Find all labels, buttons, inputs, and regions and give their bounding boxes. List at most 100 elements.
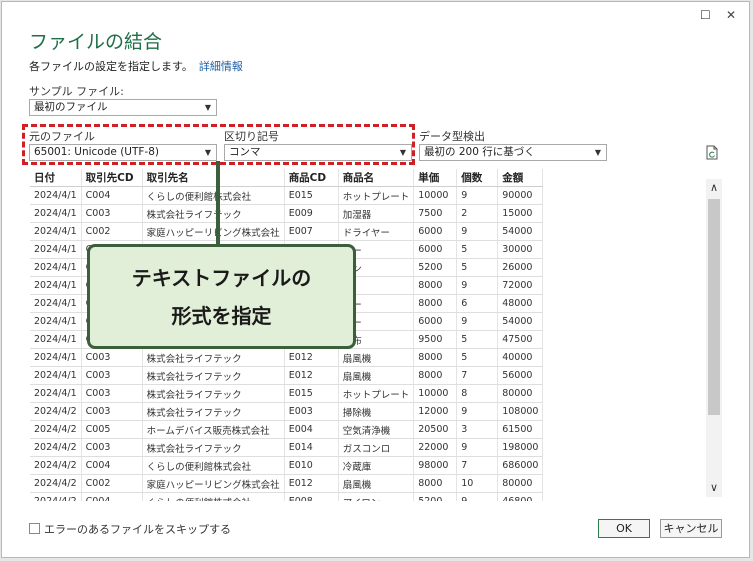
table-cell: 9: [456, 402, 499, 421]
table-cell: 686000: [497, 456, 544, 475]
table-cell: 8000: [413, 366, 458, 385]
table-cell: 20500: [413, 420, 458, 439]
table-cell: 株式会社ライフテック: [142, 366, 285, 385]
table-cell: C003: [81, 438, 143, 457]
table-cell: 9: [456, 492, 499, 501]
skip-errors-label: エラーのあるファイルをスキップする: [44, 523, 231, 536]
table-cell: 10: [456, 474, 499, 493]
dialog-description: 各ファイルの設定を指定します。 詳細情報: [29, 58, 243, 74]
callout-line-1: テキストファイルの: [131, 266, 312, 290]
table-cell: C003: [81, 366, 143, 385]
table-cell: 家庭ハッピーリビング株式会社: [142, 222, 285, 241]
table-cell: 9: [456, 276, 499, 295]
table-cell: 株式会社ライフテック: [142, 204, 285, 223]
table-cell: 40000: [497, 348, 544, 367]
table-cell: E012: [284, 366, 339, 385]
skip-errors-option[interactable]: エラーのあるファイルをスキップする: [29, 521, 231, 537]
table-row: 2024/4/1 C004 くらしの便利館株式会社 E015 ホットプレート 10000 9…: [30, 186, 544, 205]
table-cell: 2024/4/1: [30, 222, 82, 241]
table-cell: 5200: [413, 492, 458, 501]
table-cell: 56000: [497, 366, 544, 385]
skip-errors-checkbox[interactable]: [29, 523, 40, 534]
table-header-row: 日付 取引先CD 取引先名 商品CD 商品名 単価 個数 金額: [30, 169, 544, 187]
dialog-title: ファイルの結合: [29, 31, 163, 53]
table-cell: 5: [456, 348, 499, 367]
maximize-icon[interactable]: ☐: [700, 8, 711, 22]
table-cell: 株式会社ライフテック: [142, 384, 285, 403]
table-cell: 5: [456, 258, 499, 277]
table-cell: ドライヤー: [338, 222, 415, 241]
table-cell: 22000: [413, 438, 458, 457]
table-cell: 6000: [413, 222, 458, 241]
sample-file-select[interactable]: 最初のファイル ▼: [29, 99, 217, 116]
table-cell: 株式会社ライフテック: [142, 438, 285, 457]
table-cell: C005: [81, 420, 143, 439]
vertical-scrollbar[interactable]: ∧ ∨: [706, 179, 722, 497]
file-origin-label: 元のファイル: [29, 130, 95, 143]
table-cell: 扇風機: [338, 366, 415, 385]
combine-files-dialog: ☐ ✕ ファイルの結合 各ファイルの設定を指定します。 詳細情報 サンプル ファイ…: [1, 1, 750, 558]
delimiter-select[interactable]: コンマ ▼: [224, 144, 412, 161]
table-cell: 2024/4/1: [30, 204, 82, 223]
refresh-icon[interactable]: [705, 145, 719, 160]
table-cell: 2024/4/2: [30, 492, 82, 501]
table-row: 2024/4/2 C003 株式会社ライフテック E003 掃除機 12000 9 10800…: [30, 402, 544, 421]
table-cell: E014: [284, 438, 339, 457]
column-header: 金額: [497, 169, 544, 187]
column-header: 取引先CD: [81, 169, 143, 187]
table-cell: 5200: [413, 258, 458, 277]
table-cell: 90000: [497, 186, 544, 205]
table-cell: 8: [456, 384, 499, 403]
data-type-detection-label: データ型検出: [419, 130, 485, 143]
callout-connector: [216, 161, 220, 245]
table-cell: 9500: [413, 330, 458, 349]
file-origin-select[interactable]: 65001: Unicode (UTF-8) ▼: [29, 144, 217, 161]
chevron-up-icon[interactable]: ∧: [706, 181, 722, 195]
sample-file-value: 最初のファイル: [34, 101, 108, 113]
table-cell: 8000: [413, 474, 458, 493]
delimiter-label: 区切り記号: [224, 130, 279, 143]
table-cell: 3: [456, 420, 499, 439]
scrollbar-thumb[interactable]: [708, 199, 720, 415]
table-cell: ホットプレート: [338, 384, 415, 403]
table-cell: C002: [81, 474, 143, 493]
table-cell: E009: [284, 204, 339, 223]
column-header: 商品名: [338, 169, 415, 187]
table-cell: 26000: [497, 258, 544, 277]
table-cell: 6000: [413, 240, 458, 259]
table-cell: くらしの便利館株式会社: [142, 456, 285, 475]
table-cell: 30000: [497, 240, 544, 259]
table-cell: 9: [456, 438, 499, 457]
close-icon[interactable]: ✕: [726, 8, 736, 22]
data-type-detection-select[interactable]: 最初の 200 行に基づく ▼: [419, 144, 607, 161]
ok-button[interactable]: OK: [598, 519, 650, 538]
table-cell: 48000: [497, 294, 544, 313]
table-cell: 5: [456, 240, 499, 259]
table-cell: 扇風機: [338, 348, 415, 367]
table-cell: 家庭ハッピーリビング株式会社: [142, 474, 285, 493]
chevron-down-icon: ▼: [204, 103, 211, 112]
table-cell: 株式会社ライフテック: [142, 402, 285, 421]
table-cell: ホームデバイス販売株式会社: [142, 420, 285, 439]
table-cell: C003: [81, 384, 143, 403]
sample-file-label: サンプル ファイル:: [29, 85, 124, 98]
table-row: 2024/4/2 C002 家庭ハッピーリビング株式会社 E012 扇風機 8000 10 8…: [30, 474, 544, 493]
table-cell: アイロン: [338, 492, 415, 501]
table-row: 2024/4/1 C003 株式会社ライフテック E012 扇風機 8000 5 40000: [30, 348, 544, 367]
table-row: 2024/4/2 C003 株式会社ライフテック E014 ガスコンロ 22000 9 198…: [30, 438, 544, 457]
table-cell: 2024/4/1: [30, 240, 82, 259]
details-link[interactable]: 詳細情報: [199, 60, 243, 73]
column-header: 個数: [456, 169, 499, 187]
table-row: 2024/4/2 C005 ホームデバイス販売株式会社 E004 空気清浄機 20500 3…: [30, 420, 544, 439]
table-cell: E015: [284, 186, 339, 205]
table-cell: E007: [284, 222, 339, 241]
table-cell: C003: [81, 204, 143, 223]
table-cell: 2024/4/1: [30, 348, 82, 367]
table-row: 2024/4/2 C004 くらしの便利館株式会社 E010 冷蔵庫 98000 7 6860…: [30, 456, 544, 475]
chevron-down-icon[interactable]: ∨: [706, 481, 722, 495]
table-cell: 扇風機: [338, 474, 415, 493]
table-cell: 2024/4/2: [30, 456, 82, 475]
cancel-button[interactable]: キャンセル: [660, 519, 722, 538]
table-cell: 9: [456, 186, 499, 205]
table-cell: 2024/4/1: [30, 186, 82, 205]
